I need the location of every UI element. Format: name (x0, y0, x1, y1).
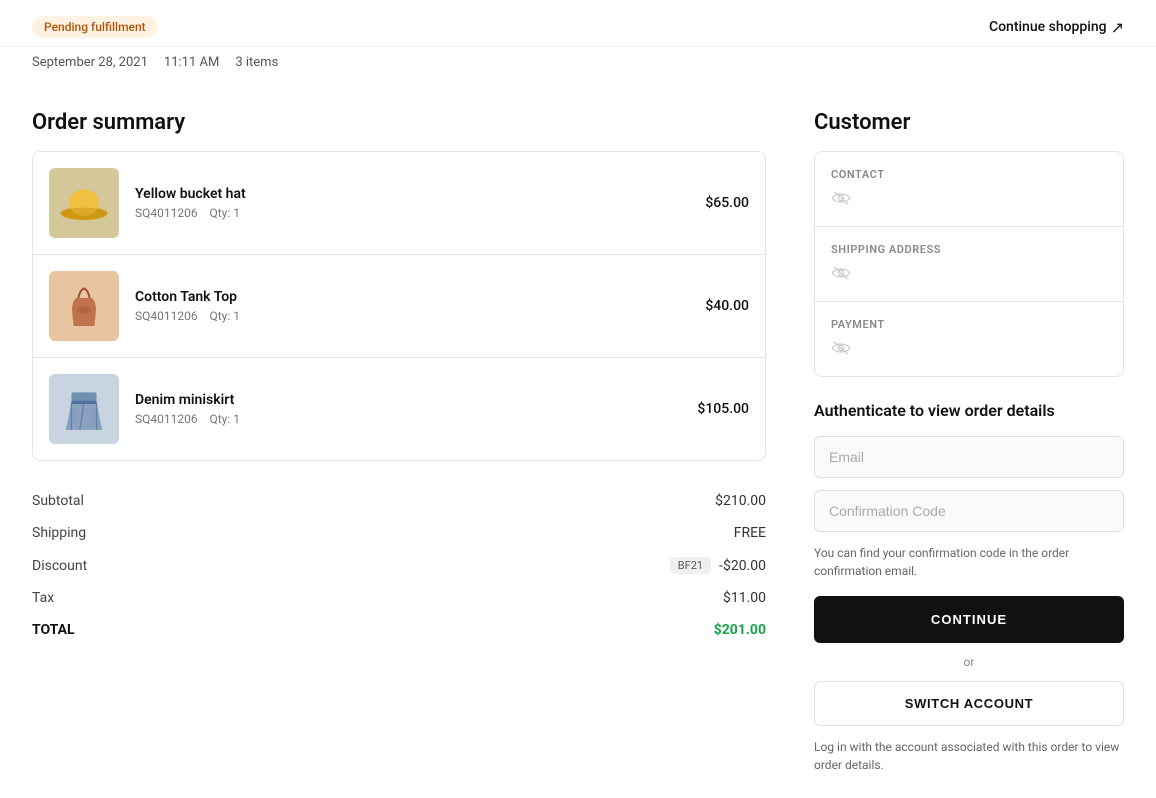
item-meta: SQ4011206 Qty: 1 (135, 206, 689, 220)
order-meta: September 28, 2021 11:11 AM 3 items (0, 47, 1156, 86)
email-input[interactable] (814, 436, 1124, 478)
payment-label: PAYMENT (831, 318, 1107, 331)
continue-shopping-label: Continue shopping (989, 19, 1107, 35)
total-row: TOTAL $201.00 (32, 614, 766, 646)
item-price: $105.00 (697, 401, 749, 417)
item-name: Denim miniskirt (135, 392, 681, 408)
tax-label: Tax (32, 590, 54, 606)
right-column: Customer CONTACT SHIPPING ADDRESS (814, 110, 1124, 774)
customer-contact-section: CONTACT (815, 152, 1123, 227)
left-column: Order summary Yellow bucket hat SQ401120… (32, 110, 766, 774)
total-label: TOTAL (32, 622, 75, 638)
subtotal-label: Subtotal (32, 493, 84, 509)
item-qty: Qty: 1 (210, 309, 241, 323)
skirt-icon (59, 384, 109, 434)
auth-title: Authenticate to view order details (814, 401, 1124, 420)
shipping-value: FREE (734, 525, 766, 541)
order-item: Cotton Tank Top SQ4011206 Qty: 1 $40.00 (33, 255, 765, 358)
shipping-address-label: SHIPPING ADDRESS (831, 243, 1107, 256)
order-item: Yellow bucket hat SQ4011206 Qty: 1 $65.0… (33, 152, 765, 255)
item-sku: SQ4011206 (135, 309, 198, 323)
item-image-hat (49, 168, 119, 238)
hat-icon (59, 183, 109, 223)
summary-rows: Subtotal $210.00 Shipping FREE Discount … (32, 485, 766, 646)
top-bar: Pending fulfillment Continue shopping ↗ (0, 0, 1156, 47)
tax-row: Tax $11.00 (32, 582, 766, 614)
eye-slash-icon (831, 339, 851, 360)
customer-payment-section: PAYMENT (815, 302, 1123, 376)
item-details: Denim miniskirt SQ4011206 Qty: 1 (135, 392, 681, 426)
order-time: 11:11 AM (164, 55, 219, 70)
item-image-skirt (49, 374, 119, 444)
discount-right: BF21 -$20.00 (670, 557, 766, 574)
continue-shopping-link[interactable]: Continue shopping ↗ (989, 18, 1124, 37)
main-content: Order summary Yellow bucket hat SQ401120… (0, 86, 1156, 798)
shipping-row: Shipping FREE (32, 517, 766, 549)
item-sku: SQ4011206 (135, 206, 198, 220)
item-details: Yellow bucket hat SQ4011206 Qty: 1 (135, 186, 689, 220)
item-price: $65.00 (705, 195, 749, 211)
customer-title: Customer (814, 110, 1124, 135)
subtotal-row: Subtotal $210.00 (32, 485, 766, 517)
item-qty: Qty: 1 (210, 412, 241, 426)
total-value: $201.00 (714, 622, 766, 638)
order-summary-title: Order summary (32, 110, 766, 135)
order-date: September 28, 2021 (32, 55, 148, 70)
discount-label: Discount (32, 558, 87, 574)
item-details: Cotton Tank Top SQ4011206 Qty: 1 (135, 289, 689, 323)
item-qty: Qty: 1 (210, 206, 241, 220)
customer-shipping-section: SHIPPING ADDRESS (815, 227, 1123, 302)
confirmation-code-input[interactable] (814, 490, 1124, 532)
discount-value: -$20.00 (719, 558, 766, 574)
item-image-bag (49, 271, 119, 341)
discount-row: Discount BF21 -$20.00 (32, 549, 766, 582)
subtotal-value: $210.00 (715, 493, 766, 509)
eye-slash-icon (831, 189, 851, 210)
shipping-label: Shipping (32, 525, 86, 541)
item-meta: SQ4011206 Qty: 1 (135, 412, 681, 426)
continue-button[interactable]: CONTINUE (814, 596, 1124, 643)
pending-badge: Pending fulfillment (32, 16, 158, 38)
auth-hint: You can find your confirmation code in t… (814, 544, 1124, 580)
switch-hint: Log in with the account associated with … (814, 738, 1124, 774)
switch-account-button[interactable]: SWITCH ACCOUNT (814, 681, 1124, 726)
item-sku: SQ4011206 (135, 412, 198, 426)
order-items-box: Yellow bucket hat SQ4011206 Qty: 1 $65.0… (32, 151, 766, 461)
tax-value: $11.00 (723, 590, 766, 606)
item-name: Yellow bucket hat (135, 186, 689, 202)
contact-label: CONTACT (831, 168, 1107, 181)
order-items-count: 3 items (235, 55, 278, 70)
discount-code-badge: BF21 (670, 557, 711, 574)
or-divider: or (814, 655, 1124, 669)
bag-icon (64, 281, 104, 331)
order-item: Denim miniskirt SQ4011206 Qty: 1 $105.00 (33, 358, 765, 460)
customer-card: CONTACT SHIPPING ADDRESS (814, 151, 1124, 377)
item-meta: SQ4011206 Qty: 1 (135, 309, 689, 323)
external-link-icon: ↗ (1111, 18, 1124, 37)
eye-slash-icon (831, 264, 851, 285)
item-name: Cotton Tank Top (135, 289, 689, 305)
item-price: $40.00 (705, 298, 749, 314)
